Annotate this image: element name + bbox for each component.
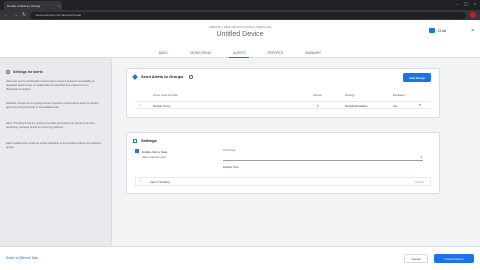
help-icon[interactable]: [189, 75, 193, 79]
table-row[interactable]: › Default Group 5 Default Escalation Yes…: [135, 101, 431, 109]
interval-value[interactable]: 5: [317, 104, 319, 108]
expander-hint: Default: [415, 180, 424, 184]
page: CREATE A NEW DEVICE FROM A TEMPLATE Unti…: [0, 20, 480, 270]
tab-title: Create a Device | Cloudy: [7, 3, 41, 8]
chat-icon: [428, 28, 435, 33]
column-header: Interval: [313, 94, 322, 97]
profile-avatar[interactable]: [470, 12, 476, 18]
main-content: Send Alerts to Groups Add Group Group na…: [112, 58, 480, 270]
alert-icon: [132, 74, 138, 80]
sidebar-paragraph: Alarm Throttling limits the number of em…: [6, 122, 96, 129]
group-name: Default Group: [153, 104, 171, 108]
card-title: Settings: [141, 138, 157, 143]
forward-icon[interactable]: →: [13, 12, 18, 18]
tab-close-icon[interactable]: ×: [58, 3, 62, 8]
cancel-label: Cancel: [411, 256, 421, 261]
sidebar-paragraph: Each enabled Alert sends an email notifi…: [6, 142, 101, 149]
select-value: Default Time: [223, 165, 239, 169]
close-icon[interactable]: ×: [471, 28, 474, 34]
column-header: Escalation: [393, 94, 405, 97]
window-controls: – ▢ ×: [456, 1, 476, 6]
column-header: Group name and filter: [153, 94, 179, 97]
tab-basic[interactable]: BASIC: [155, 48, 173, 58]
sidebar-paragraph: Alerts are sent to all Alertable Groups …: [6, 80, 95, 91]
back-icon[interactable]: ←: [4, 12, 9, 18]
expander-label: Alarm Throttling: [150, 180, 170, 184]
info-icon: [6, 70, 10, 74]
maximize-icon[interactable]: ▢: [464, 1, 468, 6]
page-title[interactable]: Untitled Device: [0, 31, 480, 38]
minimize-icon[interactable]: –: [456, 1, 458, 6]
field-label: Alarm Capture Level: [142, 156, 166, 159]
checkbox-label: Enable Alarms State: [142, 149, 168, 154]
sidebar-paragraph: Alertable Groups are the groups whose me…: [6, 102, 99, 109]
tab-monitoring[interactable]: MONITORING: [186, 48, 215, 58]
select-task-link[interactable]: Select a Different Task: [6, 256, 38, 260]
tab-reports[interactable]: REPORTS: [263, 48, 286, 58]
field-label: Time Zone: [223, 149, 236, 152]
escalation-select[interactable]: Yes: [393, 104, 398, 108]
footer: Select a Different Task Cancel Create De…: [0, 246, 480, 270]
alert-groups-card: Send Alerts to Groups Add Group Group na…: [126, 68, 440, 118]
chat-label: Chat: [437, 28, 446, 33]
chevron-right-icon[interactable]: ›: [139, 103, 140, 107]
chat-button[interactable]: Chat: [428, 28, 446, 33]
sidebar-header: Settings for alerts: [6, 70, 43, 74]
card-title: Send Alerts to Groups: [141, 74, 184, 79]
close-window-icon[interactable]: ×: [474, 1, 476, 6]
enable-alarms-checkbox[interactable]: [135, 149, 139, 153]
alarm-throttling-expander[interactable]: › Alarm Throttling Default: [135, 177, 431, 186]
settings-icon: [133, 139, 137, 143]
tab-alerts[interactable]: ALERTS: [229, 48, 250, 58]
address-bar: ← → ↻ cloud.example.com/devices/create: [0, 10, 480, 20]
chevron-down-icon: ▾: [420, 155, 422, 159]
create-device-button[interactable]: Create Device: [434, 254, 474, 263]
sidebar-title: Settings for alerts: [13, 70, 43, 74]
url-field[interactable]: cloud.example.com/devices/create: [30, 11, 466, 19]
time-zone-select[interactable]: Default Time ▾: [223, 155, 423, 169]
chevron-right-icon: ›: [140, 179, 142, 183]
browser-tab-bar: Create a Device | Cloudy × – ▢ ×: [0, 0, 480, 10]
add-group-button[interactable]: Add Group: [403, 73, 431, 82]
settings-card: Settings Enable Alarms State Alarm Captu…: [126, 132, 440, 194]
help-sidebar: Settings for alerts Alerts are sent to a…: [0, 58, 112, 270]
url-text: cloud.example.com/devices/create: [35, 13, 82, 17]
browser-tab[interactable]: Create a Device | Cloudy ×: [4, 1, 62, 10]
row-menu-icon[interactable]: ▾: [419, 103, 421, 107]
table-header: Group name and filter Interval Strategy …: [135, 94, 431, 100]
cancel-button[interactable]: Cancel: [404, 254, 428, 263]
reload-icon[interactable]: ↻: [22, 12, 26, 18]
step-tabs: BASIC MONITORING ALERTS REPORTS SUMMARY: [0, 48, 480, 58]
add-group-label: Add Group: [409, 75, 425, 80]
create-label: Create Device: [444, 256, 464, 261]
page-header: CREATE A NEW DEVICE FROM A TEMPLATE Unti…: [0, 20, 480, 58]
strategy-select[interactable]: Default Escalation: [345, 104, 368, 108]
tab-summary[interactable]: SUMMARY: [301, 48, 325, 58]
column-header: Strategy: [345, 94, 355, 97]
breadcrumb: CREATE A NEW DEVICE FROM A TEMPLATE: [208, 25, 272, 29]
